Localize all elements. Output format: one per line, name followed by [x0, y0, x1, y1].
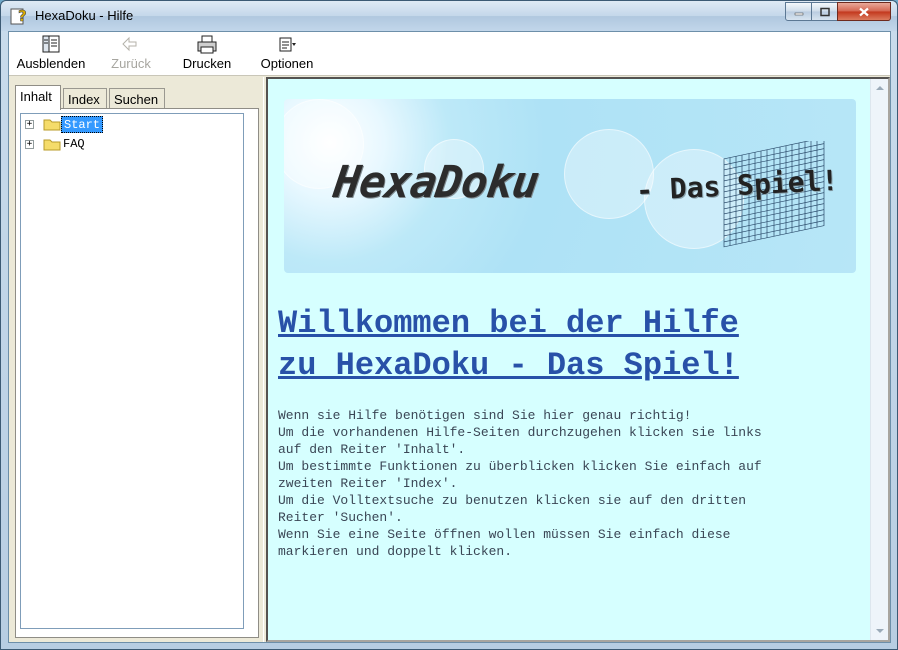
maximize-button[interactable]: [811, 2, 838, 21]
vertical-scrollbar[interactable]: [870, 79, 888, 640]
expand-icon[interactable]: +: [25, 140, 34, 149]
printer-icon: [197, 35, 217, 54]
tree-item-label: FAQ: [63, 137, 85, 151]
text-line: Reiter 'Suchen'.: [278, 510, 403, 525]
tree-item-start[interactable]: + Start: [25, 116, 225, 134]
help-window: ? HexaDoku - Hilfe Ausblenden Zurück Dru…: [0, 0, 898, 650]
tab-index[interactable]: Index: [63, 88, 107, 109]
tab-search[interactable]: Suchen: [109, 88, 165, 109]
folder-icon: [43, 119, 61, 131]
window-title: HexaDoku - Hilfe: [35, 8, 134, 23]
text-line: zweiten Reiter 'Index'.: [278, 476, 458, 491]
print-button[interactable]: Drucken: [179, 34, 235, 74]
options-button[interactable]: Optionen: [257, 34, 317, 74]
print-label: Drucken: [182, 56, 232, 71]
page-title-line: Willkommen bei der Hilfe: [278, 305, 739, 342]
contents-panel: + Start + FAQ: [15, 108, 259, 638]
help-question-icon: ?: [10, 7, 27, 25]
expand-icon[interactable]: +: [25, 120, 34, 129]
minimize-icon: [794, 12, 803, 15]
minimize-button[interactable]: [785, 2, 812, 21]
tab-contents[interactable]: Inhalt: [15, 85, 61, 110]
text-line: markieren und doppelt klicken.: [278, 544, 513, 559]
hide-label: Ausblenden: [16, 56, 86, 71]
text-line: Wenn Sie eine Seite öffnen wollen müssen…: [278, 527, 731, 542]
svg-text:?: ?: [18, 7, 27, 25]
topic-pane: HexaDoku - Das Spiel! Willkommen bei der…: [266, 77, 890, 642]
close-button[interactable]: [837, 2, 891, 21]
options-label: Optionen: [260, 56, 314, 71]
maximize-icon: [819, 7, 830, 16]
banner-image: HexaDoku - Das Spiel!: [284, 99, 856, 273]
client-area: Ausblenden Zurück Drucken Optionen Inhal…: [8, 31, 891, 643]
scroll-down-icon[interactable]: [875, 626, 885, 636]
intro-text: Wenn sie Hilfe benötigen sind Sie hier g…: [278, 407, 858, 560]
tree-item-faq[interactable]: + FAQ: [25, 136, 225, 154]
title-bar[interactable]: ? HexaDoku - Hilfe: [1, 1, 897, 31]
hide-button[interactable]: Ausblenden: [13, 34, 89, 74]
page-title: Willkommen bei der Hilfe zu HexaDoku - D…: [278, 303, 838, 387]
options-icon: [279, 37, 296, 52]
text-line: Um bestimmte Funktionen zu überblicken k…: [278, 459, 762, 474]
banner-title: HexaDoku: [330, 157, 542, 208]
tab-label: Suchen: [114, 92, 159, 107]
scroll-up-icon[interactable]: [875, 83, 885, 93]
text-line: auf den Reiter 'Inhalt'.: [278, 442, 466, 457]
text-line: Um die Volltextsuche zu benutzen klicken…: [278, 493, 747, 508]
tree-item-label: Start: [61, 116, 104, 133]
page-title-line: zu HexaDoku - Das Spiel!: [278, 347, 739, 384]
toolbar: Ausblenden Zurück Drucken Optionen: [9, 32, 890, 76]
hide-pane-icon: [42, 35, 60, 53]
back-label: Zurück: [111, 56, 151, 71]
back-button[interactable]: Zurück: [103, 34, 159, 74]
close-icon: [859, 7, 869, 16]
tab-label: Index: [68, 92, 100, 107]
navigation-pane: Inhalt Index Suchen + Start + FAQ: [9, 77, 263, 642]
folder-icon: [43, 139, 61, 151]
text-line: Um die vorhandenen Hilfe-Seiten durchzug…: [278, 425, 762, 440]
tab-label: Inhalt: [20, 89, 52, 104]
contents-tree[interactable]: + Start + FAQ: [20, 113, 244, 629]
topic-content: HexaDoku - Das Spiel! Willkommen bei der…: [268, 79, 870, 640]
text-line: Wenn sie Hilfe benötigen sind Sie hier g…: [278, 408, 692, 423]
back-arrow-icon: [122, 36, 137, 52]
